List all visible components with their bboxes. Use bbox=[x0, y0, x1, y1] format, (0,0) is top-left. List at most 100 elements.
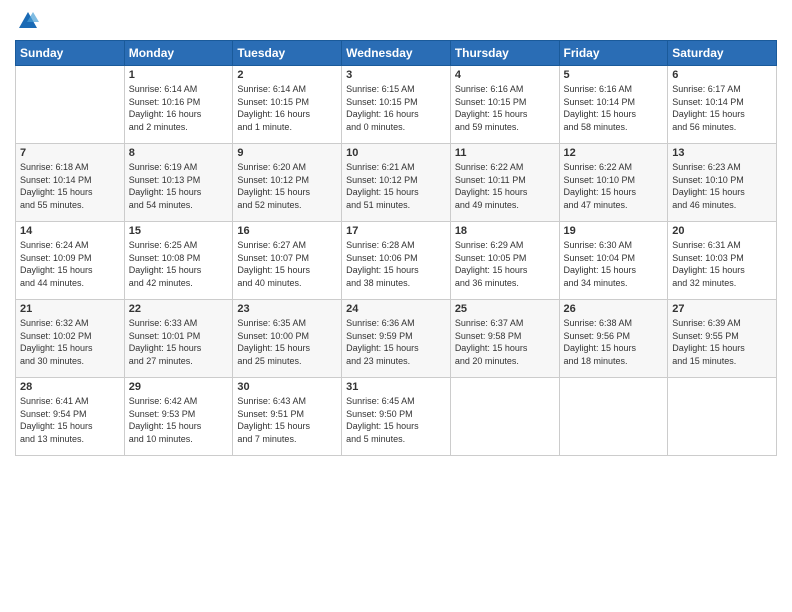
calendar-cell: 29 Sunrise: 6:42 AM Sunset: 9:53 PM Dayli… bbox=[124, 378, 233, 456]
day-info: Sunrise: 6:15 AM Sunset: 10:15 PM Daylig… bbox=[346, 83, 446, 133]
day-number: 8 bbox=[129, 147, 229, 159]
day-of-week-header: Tuesday bbox=[233, 41, 342, 66]
day-number: 22 bbox=[129, 303, 229, 315]
day-number: 5 bbox=[564, 69, 664, 81]
day-number: 21 bbox=[20, 303, 120, 315]
day-number: 9 bbox=[237, 147, 337, 159]
calendar-cell bbox=[16, 66, 125, 144]
day-info: Sunrise: 6:22 AM Sunset: 10:11 PM Daylig… bbox=[455, 161, 555, 211]
day-number: 19 bbox=[564, 225, 664, 237]
calendar-week-row: 28 Sunrise: 6:41 AM Sunset: 9:54 PM Dayli… bbox=[16, 378, 777, 456]
day-info: Sunrise: 6:27 AM Sunset: 10:07 PM Daylig… bbox=[237, 239, 337, 289]
logo-icon bbox=[17, 10, 39, 32]
calendar-cell: 15Sunrise: 6:25 AM Sunset: 10:08 PM Dayl… bbox=[124, 222, 233, 300]
day-info: Sunrise: 6:25 AM Sunset: 10:08 PM Daylig… bbox=[129, 239, 229, 289]
day-number: 25 bbox=[455, 303, 555, 315]
calendar-cell: 28 Sunrise: 6:41 AM Sunset: 9:54 PM Dayli… bbox=[16, 378, 125, 456]
day-info: Sunrise: 6:41 AM Sunset: 9:54 PM Dayligh… bbox=[20, 395, 120, 445]
day-info: Sunrise: 6:17 AM Sunset: 10:14 PM Daylig… bbox=[672, 83, 772, 133]
calendar-cell: 4 Sunrise: 6:16 AM Sunset: 10:15 PM Dayli… bbox=[450, 66, 559, 144]
day-of-week-header: Thursday bbox=[450, 41, 559, 66]
calendar-cell: 3 Sunrise: 6:15 AM Sunset: 10:15 PM Dayli… bbox=[342, 66, 451, 144]
calendar-cell bbox=[450, 378, 559, 456]
day-info: Sunrise: 6:18 AM Sunset: 10:14 PM Daylig… bbox=[20, 161, 120, 211]
calendar-cell: 26 Sunrise: 6:38 AM Sunset: 9:56 PM Dayli… bbox=[559, 300, 668, 378]
day-of-week-header: Monday bbox=[124, 41, 233, 66]
day-info: Sunrise: 6:23 AM Sunset: 10:10 PM Daylig… bbox=[672, 161, 772, 211]
day-info: Sunrise: 6:21 AM Sunset: 10:12 PM Daylig… bbox=[346, 161, 446, 211]
calendar-table: SundayMondayTuesdayWednesdayThursdayFrid… bbox=[15, 40, 777, 456]
calendar-cell: 13 Sunrise: 6:23 AM Sunset: 10:10 PM Dayl… bbox=[668, 144, 777, 222]
calendar-cell: 10 Sunrise: 6:21 AM Sunset: 10:12 PM Dayl… bbox=[342, 144, 451, 222]
day-number: 20 bbox=[672, 225, 772, 237]
calendar-cell: 7 Sunrise: 6:18 AM Sunset: 10:14 PM Dayli… bbox=[16, 144, 125, 222]
day-info: Sunrise: 6:16 AM Sunset: 10:14 PM Daylig… bbox=[564, 83, 664, 133]
calendar-cell: 24Sunrise: 6:36 AM Sunset: 9:59 PM Dayli… bbox=[342, 300, 451, 378]
calendar-cell: 5 Sunrise: 6:16 AM Sunset: 10:14 PM Dayli… bbox=[559, 66, 668, 144]
day-info: Sunrise: 6:28 AM Sunset: 10:06 PM Daylig… bbox=[346, 239, 446, 289]
calendar-cell: 30Sunrise: 6:43 AM Sunset: 9:51 PM Dayli… bbox=[233, 378, 342, 456]
day-info: Sunrise: 6:35 AM Sunset: 10:00 PM Daylig… bbox=[237, 317, 337, 367]
day-info: Sunrise: 6:31 AM Sunset: 10:03 PM Daylig… bbox=[672, 239, 772, 289]
calendar-cell: 14 Sunrise: 6:24 AM Sunset: 10:09 PM Dayl… bbox=[16, 222, 125, 300]
calendar-cell: 18 Sunrise: 6:29 AM Sunset: 10:05 PM Dayl… bbox=[450, 222, 559, 300]
day-info: Sunrise: 6:29 AM Sunset: 10:05 PM Daylig… bbox=[455, 239, 555, 289]
day-info: Sunrise: 6:45 AM Sunset: 9:50 PM Dayligh… bbox=[346, 395, 446, 445]
day-number: 1 bbox=[129, 69, 229, 81]
day-number: 13 bbox=[672, 147, 772, 159]
day-info: Sunrise: 6:19 AM Sunset: 10:13 PM Daylig… bbox=[129, 161, 229, 211]
day-number: 30 bbox=[237, 381, 337, 393]
day-info: Sunrise: 6:32 AM Sunset: 10:02 PM Daylig… bbox=[20, 317, 120, 367]
calendar-cell: 2 Sunrise: 6:14 AM Sunset: 10:15 PM Dayli… bbox=[233, 66, 342, 144]
calendar-cell: 11 Sunrise: 6:22 AM Sunset: 10:11 PM Dayl… bbox=[450, 144, 559, 222]
calendar-cell: 31 Sunrise: 6:45 AM Sunset: 9:50 PM Dayli… bbox=[342, 378, 451, 456]
calendar-cell: 17 Sunrise: 6:28 AM Sunset: 10:06 PM Dayl… bbox=[342, 222, 451, 300]
day-number: 3 bbox=[346, 69, 446, 81]
calendar-cell: 21 Sunrise: 6:32 AM Sunset: 10:02 PM Dayl… bbox=[16, 300, 125, 378]
day-of-week-header: Wednesday bbox=[342, 41, 451, 66]
day-number: 31 bbox=[346, 381, 446, 393]
day-info: Sunrise: 6:22 AM Sunset: 10:10 PM Daylig… bbox=[564, 161, 664, 211]
calendar-week-row: 14 Sunrise: 6:24 AM Sunset: 10:09 PM Dayl… bbox=[16, 222, 777, 300]
day-number: 26 bbox=[564, 303, 664, 315]
day-number: 10 bbox=[346, 147, 446, 159]
calendar-cell bbox=[559, 378, 668, 456]
calendar-header-row: SundayMondayTuesdayWednesdayThursdayFrid… bbox=[16, 41, 777, 66]
day-info: Sunrise: 6:16 AM Sunset: 10:15 PM Daylig… bbox=[455, 83, 555, 133]
day-number: 17 bbox=[346, 225, 446, 237]
calendar-cell: 19 Sunrise: 6:30 AM Sunset: 10:04 PM Dayl… bbox=[559, 222, 668, 300]
calendar-cell: 22 Sunrise: 6:33 AM Sunset: 10:01 PM Dayl… bbox=[124, 300, 233, 378]
calendar-week-row: 21 Sunrise: 6:32 AM Sunset: 10:02 PM Dayl… bbox=[16, 300, 777, 378]
day-info: Sunrise: 6:33 AM Sunset: 10:01 PM Daylig… bbox=[129, 317, 229, 367]
day-info: Sunrise: 6:24 AM Sunset: 10:09 PM Daylig… bbox=[20, 239, 120, 289]
day-number: 23 bbox=[237, 303, 337, 315]
day-number: 29 bbox=[129, 381, 229, 393]
calendar-week-row: 1 Sunrise: 6:14 AM Sunset: 10:16 PM Dayli… bbox=[16, 66, 777, 144]
day-number: 4 bbox=[455, 69, 555, 81]
day-info: Sunrise: 6:38 AM Sunset: 9:56 PM Dayligh… bbox=[564, 317, 664, 367]
day-number: 12 bbox=[564, 147, 664, 159]
day-number: 18 bbox=[455, 225, 555, 237]
calendar-week-row: 7 Sunrise: 6:18 AM Sunset: 10:14 PM Dayli… bbox=[16, 144, 777, 222]
day-number: 2 bbox=[237, 69, 337, 81]
calendar-cell: 16 Sunrise: 6:27 AM Sunset: 10:07 PM Dayl… bbox=[233, 222, 342, 300]
day-number: 11 bbox=[455, 147, 555, 159]
calendar-cell: 12 Sunrise: 6:22 AM Sunset: 10:10 PM Dayl… bbox=[559, 144, 668, 222]
day-number: 28 bbox=[20, 381, 120, 393]
day-number: 27 bbox=[672, 303, 772, 315]
day-info: Sunrise: 6:42 AM Sunset: 9:53 PM Dayligh… bbox=[129, 395, 229, 445]
day-info: Sunrise: 6:14 AM Sunset: 10:16 PM Daylig… bbox=[129, 83, 229, 133]
day-number: 7 bbox=[20, 147, 120, 159]
day-number: 24 bbox=[346, 303, 446, 315]
day-number: 6 bbox=[672, 69, 772, 81]
day-info: Sunrise: 6:39 AM Sunset: 9:55 PM Dayligh… bbox=[672, 317, 772, 367]
day-number: 14 bbox=[20, 225, 120, 237]
day-info: Sunrise: 6:14 AM Sunset: 10:15 PM Daylig… bbox=[237, 83, 337, 133]
calendar-cell: 20 Sunrise: 6:31 AM Sunset: 10:03 PM Dayl… bbox=[668, 222, 777, 300]
day-number: 16 bbox=[237, 225, 337, 237]
day-info: Sunrise: 6:20 AM Sunset: 10:12 PM Daylig… bbox=[237, 161, 337, 211]
day-of-week-header: Friday bbox=[559, 41, 668, 66]
calendar-cell: 23 Sunrise: 6:35 AM Sunset: 10:00 PM Dayl… bbox=[233, 300, 342, 378]
day-info: Sunrise: 6:30 AM Sunset: 10:04 PM Daylig… bbox=[564, 239, 664, 289]
calendar-cell bbox=[668, 378, 777, 456]
